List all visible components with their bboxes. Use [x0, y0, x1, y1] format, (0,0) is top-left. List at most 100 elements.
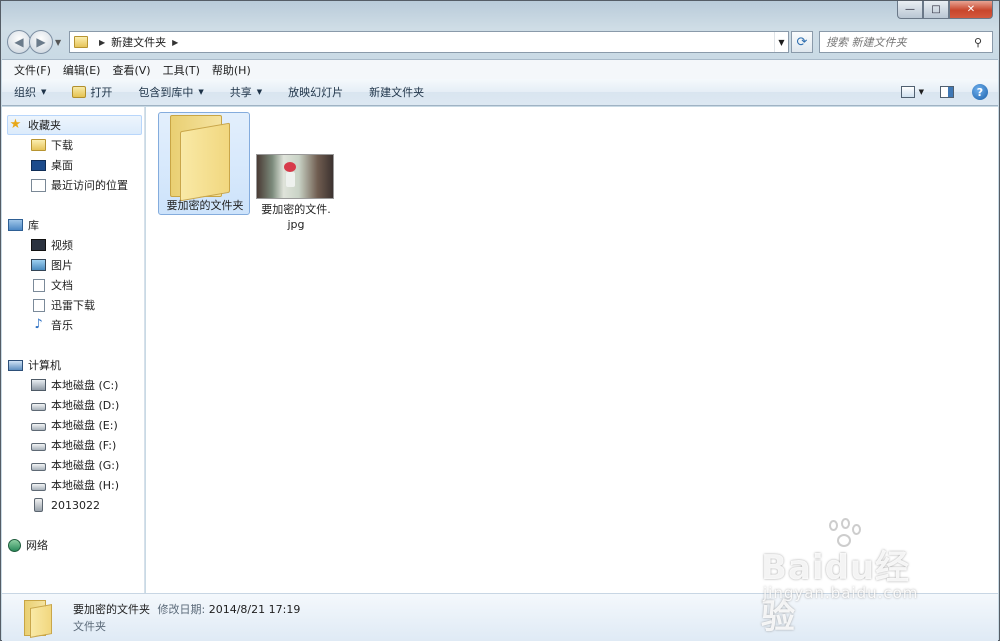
details-modified-label: 修改日期:	[157, 603, 206, 616]
help-icon[interactable]: ?	[972, 84, 988, 100]
search-box[interactable]: ⚲	[819, 31, 993, 53]
change-view-icon[interactable]	[900, 86, 915, 98]
search-input[interactable]	[826, 35, 974, 49]
nav-item-label: 视频	[51, 239, 73, 252]
video-icon	[31, 239, 46, 251]
nav-libraries[interactable]: 库	[8, 215, 39, 235]
address-row: ◀ ▶ ▼ ▶ 新建文件夹 ▶ ▼ ⟳ ⚲	[7, 29, 993, 55]
share-label: 共享	[229, 86, 252, 99]
nav-item-label: 音乐	[51, 319, 73, 332]
include-in-library-button[interactable]: 包含到库中 ▼	[138, 84, 203, 100]
desktop-icon	[31, 159, 46, 171]
nav-item-desktop[interactable]: 桌面	[31, 155, 73, 175]
star-icon: ★	[9, 117, 22, 132]
view-options-caret-icon[interactable]: ▼	[919, 88, 924, 96]
nav-item-documents[interactable]: 文档	[31, 275, 73, 295]
music-note-icon: ♪	[34, 317, 43, 332]
search-icon[interactable]: ⚲	[974, 36, 992, 49]
nav-item-drive-g[interactable]: 本地磁盘 (G:)	[31, 455, 119, 475]
open-button[interactable]: 打开	[72, 84, 112, 100]
nav-favorites[interactable]: ★ 收藏夹	[7, 115, 142, 135]
nav-item-recent-places[interactable]: 最近访问的位置	[31, 175, 128, 195]
menu-help[interactable]: 帮助(H)	[206, 62, 257, 78]
recent-places-icon	[31, 178, 46, 192]
file-item-folder[interactable]: 要加密的文件夹	[158, 112, 250, 215]
slideshow-button[interactable]: 放映幻灯片	[288, 84, 343, 100]
file-item-image[interactable]: 要加密的文件. jpg	[250, 112, 342, 231]
organize-label: 组织	[14, 86, 36, 99]
caption-buttons: — □ ✕	[897, 1, 993, 20]
breadcrumb-separator-icon[interactable]: ▶	[99, 38, 105, 47]
document-icon	[33, 278, 45, 292]
forward-arrow-icon: ▶	[36, 35, 46, 49]
refresh-button[interactable]: ⟳	[791, 31, 813, 53]
hard-drive-icon	[31, 443, 46, 451]
open-label: 打开	[90, 86, 113, 99]
minimize-button[interactable]: —	[897, 1, 923, 19]
forward-button[interactable]: ▶	[29, 30, 53, 54]
nav-computer[interactable]: 计算机	[8, 355, 61, 375]
hard-drive-icon	[31, 423, 46, 431]
nav-item-label: 下载	[51, 139, 73, 152]
maximize-button[interactable]: □	[923, 1, 949, 19]
nav-item-label: 桌面	[51, 159, 73, 172]
hard-drive-icon	[31, 463, 46, 471]
nav-libraries-label: 库	[28, 219, 39, 232]
computer-icon	[8, 359, 23, 371]
details-type: 文件夹	[73, 620, 106, 633]
folder-icon	[74, 36, 88, 48]
menu-edit[interactable]: 编辑(E)	[57, 62, 107, 78]
nav-item-label: 本地磁盘 (C:)	[51, 379, 119, 392]
breadcrumb-current-folder[interactable]: 新建文件夹	[111, 34, 166, 50]
downloads-folder-icon	[31, 139, 46, 151]
details-modified-value: 2014/8/21 17:19	[208, 603, 301, 616]
share-button[interactable]: 共享 ▼	[230, 84, 262, 100]
pictures-icon	[31, 259, 46, 271]
folder-icon	[168, 115, 242, 202]
folder-icon	[24, 600, 54, 638]
preview-pane-icon[interactable]	[940, 86, 954, 98]
slideshow-label: 放映幻灯片	[288, 86, 344, 99]
new-folder-label: 新建文件夹	[369, 86, 425, 99]
back-button[interactable]: ◀	[7, 30, 31, 54]
details-name: 要加密的文件夹	[73, 603, 150, 616]
nav-item-drive-e[interactable]: 本地磁盘 (E:)	[31, 415, 118, 435]
nav-item-music[interactable]: ♪ 音乐	[31, 315, 73, 335]
nav-item-videos[interactable]: 视频	[31, 235, 73, 255]
close-button[interactable]: ✕	[949, 1, 993, 19]
include-in-library-label: 包含到库中	[138, 86, 194, 99]
nav-item-label: 本地磁盘 (E:)	[51, 419, 118, 432]
nav-item-label: 2013022	[51, 498, 100, 512]
nav-item-drive-d[interactable]: 本地磁盘 (D:)	[31, 395, 119, 415]
nav-item-portable-device[interactable]: 2013022	[31, 495, 100, 515]
menu-file[interactable]: 文件(F)	[8, 62, 57, 78]
nav-item-thunder-downloads[interactable]: 迅雷下载	[31, 295, 95, 315]
image-thumbnail	[256, 154, 334, 199]
network-icon	[8, 538, 21, 552]
recent-pages-dropdown[interactable]: ▼	[55, 38, 65, 47]
refresh-icon: ⟳	[796, 34, 808, 50]
new-folder-button[interactable]: 新建文件夹	[369, 84, 424, 100]
address-bar[interactable]: ▶ 新建文件夹 ▶ ▼	[69, 31, 789, 53]
nav-network[interactable]: 网络	[8, 535, 48, 555]
organize-button[interactable]: 组织 ▼	[14, 84, 46, 100]
menu-view[interactable]: 查看(V)	[106, 62, 156, 78]
breadcrumb-chevron-icon[interactable]: ▶	[172, 38, 178, 47]
file-item-label-line2: jpg	[287, 218, 305, 231]
nav-item-label: 本地磁盘 (F:)	[51, 439, 117, 452]
open-icon	[72, 86, 87, 98]
nav-item-drive-c[interactable]: 本地磁盘 (C:)	[31, 375, 118, 395]
nav-item-drive-h[interactable]: 本地磁盘 (H:)	[31, 475, 119, 495]
address-dropdown[interactable]: ▼	[774, 32, 788, 52]
menu-tools[interactable]: 工具(T)	[157, 62, 206, 78]
caret-down-icon: ▼	[198, 88, 204, 96]
library-icon	[8, 219, 23, 231]
hard-drive-icon	[31, 483, 46, 491]
nav-item-pictures[interactable]: 图片	[31, 255, 73, 275]
back-arrow-icon: ◀	[14, 35, 24, 49]
system-drive-icon	[31, 379, 46, 391]
nav-item-label: 图片	[51, 259, 73, 272]
nav-item-downloads[interactable]: 下载	[31, 135, 73, 155]
caret-down-icon: ▼	[256, 88, 263, 96]
nav-item-drive-f[interactable]: 本地磁盘 (F:)	[31, 435, 116, 455]
